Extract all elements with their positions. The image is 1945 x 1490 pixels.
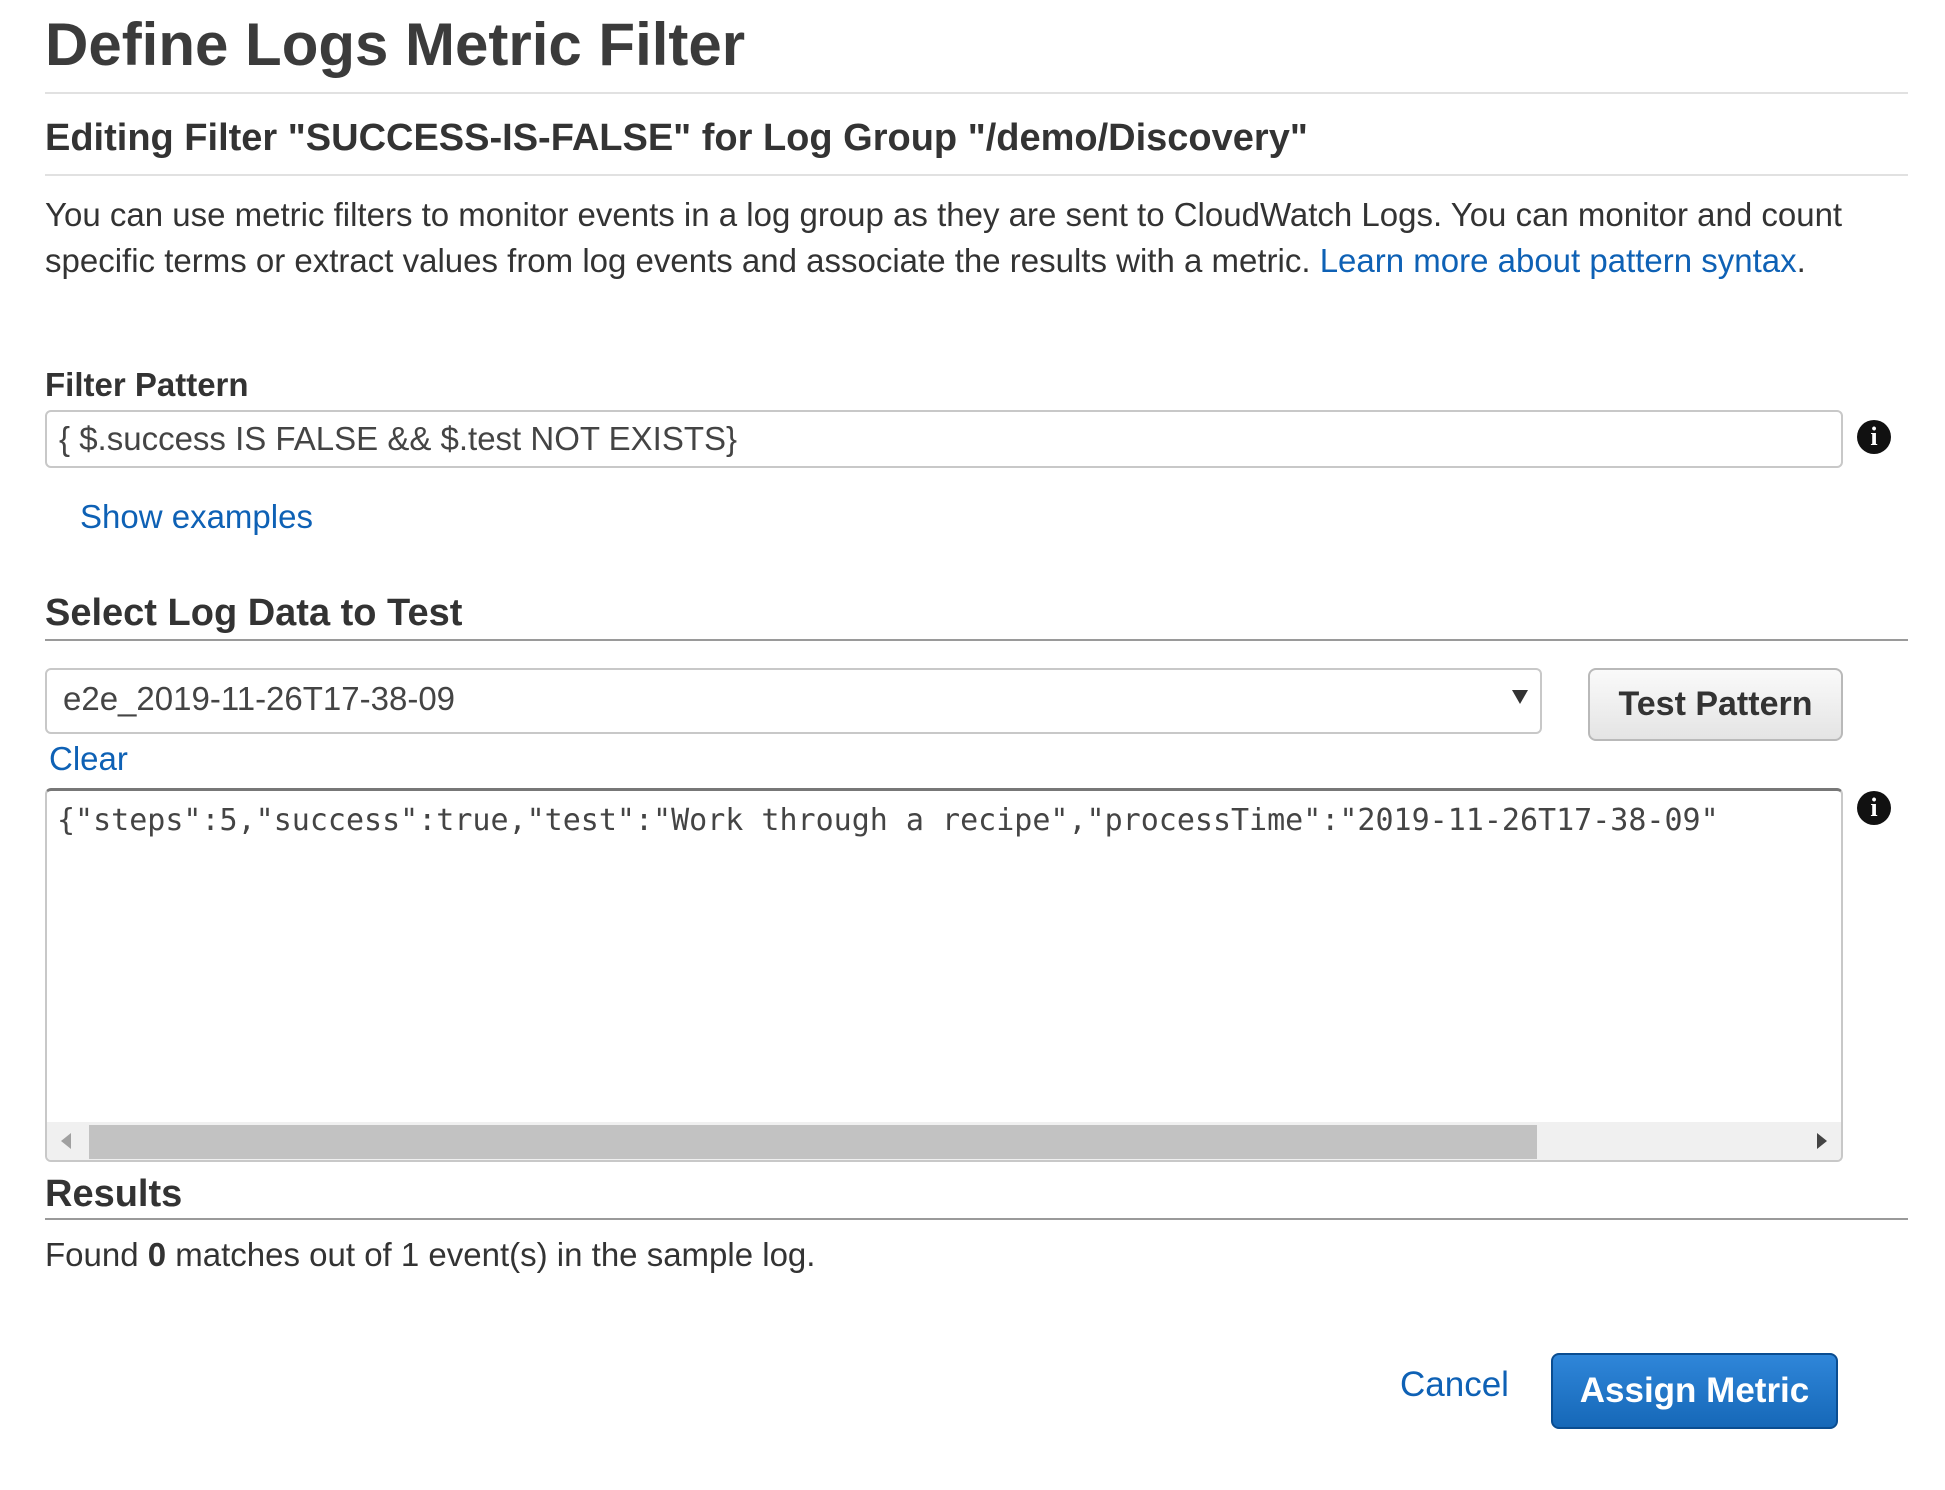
scroll-left-icon[interactable] bbox=[61, 1133, 71, 1149]
info-icon[interactable]: i bbox=[1857, 791, 1891, 825]
assign-metric-button[interactable]: Assign Metric bbox=[1551, 1353, 1838, 1429]
description: You can use metric filters to monitor ev… bbox=[45, 192, 1915, 284]
sample-log-textarea[interactable]: {"steps":5,"success":true,"test":"Work t… bbox=[45, 788, 1843, 1162]
info-icon[interactable]: i bbox=[1857, 420, 1891, 454]
log-stream-selected-value: e2e_2019-11-26T17-38-09 bbox=[63, 680, 456, 717]
filter-pattern-input[interactable] bbox=[45, 410, 1843, 468]
results-divider bbox=[45, 1218, 1908, 1220]
description-end: . bbox=[1796, 242, 1806, 279]
scrollbar-thumb[interactable] bbox=[89, 1125, 1537, 1159]
show-examples-link[interactable]: Show examples bbox=[80, 498, 313, 536]
clear-link[interactable]: Clear bbox=[49, 740, 128, 778]
cancel-button[interactable]: Cancel bbox=[1400, 1365, 1509, 1405]
horizontal-scrollbar[interactable] bbox=[47, 1122, 1841, 1160]
title-divider bbox=[45, 92, 1908, 94]
results-summary: Found 0 matches out of 1 event(s) in the… bbox=[45, 1236, 815, 1274]
learn-more-link[interactable]: Learn more about pattern syntax bbox=[1320, 242, 1797, 279]
results-heading: Results bbox=[45, 1173, 183, 1215]
page-title: Define Logs Metric Filter bbox=[45, 11, 746, 78]
scroll-right-icon[interactable] bbox=[1817, 1133, 1827, 1149]
editing-filter-subtitle: Editing Filter "SUCCESS-IS-FALSE" for Lo… bbox=[45, 117, 1308, 159]
results-text-before: Found bbox=[45, 1236, 148, 1273]
log-stream-select[interactable]: e2e_2019-11-26T17-38-09 bbox=[45, 668, 1542, 734]
log-data-divider bbox=[45, 639, 1908, 641]
sample-log-text: {"steps":5,"success":true,"test":"Work t… bbox=[57, 803, 1719, 838]
test-pattern-button[interactable]: Test Pattern bbox=[1588, 668, 1843, 741]
filter-pattern-label: Filter Pattern bbox=[45, 366, 249, 403]
select-log-data-heading: Select Log Data to Test bbox=[45, 592, 463, 634]
match-count: 0 bbox=[147, 1236, 167, 1273]
chevron-down-icon bbox=[1512, 690, 1528, 704]
results-text-after: matches out of 1 event(s) in the sample … bbox=[166, 1236, 816, 1273]
subtitle-divider bbox=[45, 174, 1908, 176]
